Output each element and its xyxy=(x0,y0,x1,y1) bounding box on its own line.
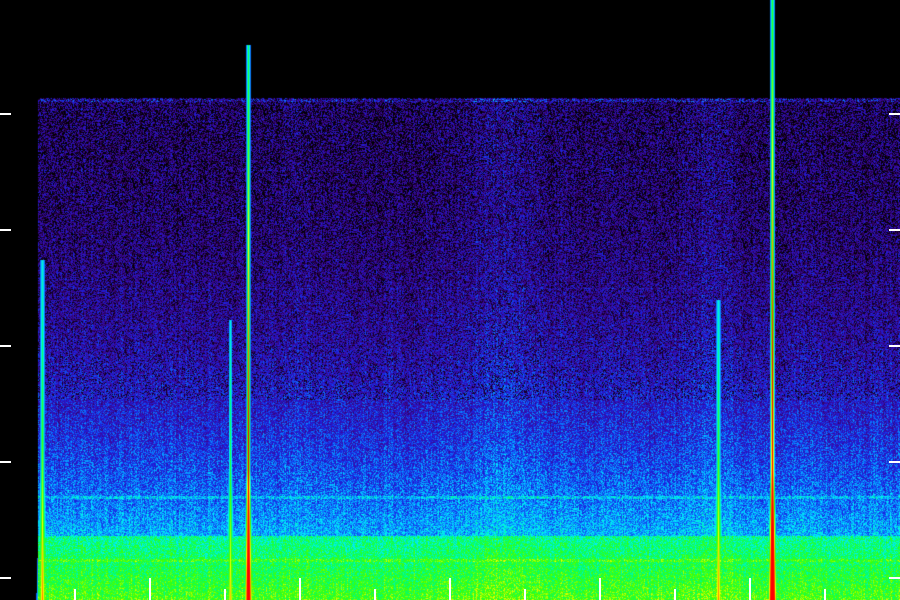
bottom-axis-tick xyxy=(299,578,301,600)
bottom-axis-tick xyxy=(749,578,751,600)
left-axis-tick xyxy=(0,345,11,347)
bottom-axis-tick xyxy=(524,589,526,600)
right-axis-tick xyxy=(889,345,900,347)
left-axis-tick xyxy=(0,461,11,463)
bottom-axis-tick xyxy=(824,589,826,600)
left-axis-tick xyxy=(0,229,11,231)
bottom-axis-tick xyxy=(599,578,601,600)
bottom-axis-tick xyxy=(449,578,451,600)
right-axis-tick xyxy=(889,577,900,579)
bottom-axis-tick xyxy=(74,589,76,600)
bottom-axis-tick xyxy=(224,589,226,600)
right-axis-tick xyxy=(889,461,900,463)
bottom-axis-tick xyxy=(674,589,676,600)
bottom-axis-tick xyxy=(149,578,151,600)
right-axis-tick xyxy=(889,113,900,115)
bottom-axis-tick xyxy=(374,589,376,600)
left-axis-tick xyxy=(0,113,11,115)
left-axis-tick xyxy=(0,577,11,579)
spectrogram-canvas xyxy=(0,0,900,600)
right-axis-tick xyxy=(889,229,900,231)
